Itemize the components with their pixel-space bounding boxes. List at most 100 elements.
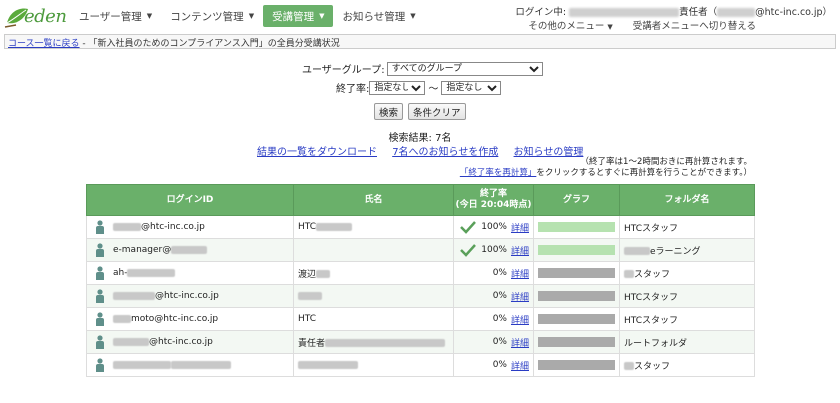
name-visible: 責任者: [298, 338, 326, 349]
rate-to-select[interactable]: 指定なし: [441, 80, 502, 95]
search-button[interactable]: 検索: [374, 103, 404, 120]
progress-bar: [538, 314, 615, 324]
recalc-note-line2: をクリックするとすぐに再計算を行うことができます。）: [536, 168, 752, 178]
redacted-user-name: [569, 8, 680, 17]
cell-login-id: @htc-inc.co.jp: [86, 284, 294, 308]
detail-link[interactable]: 詳細: [511, 290, 529, 303]
redacted-text: [325, 339, 446, 347]
redacted-email: [717, 8, 756, 17]
redacted-text: [113, 337, 149, 346]
progress-bar: [538, 360, 615, 370]
nav-label: お知らせ管理: [342, 10, 406, 23]
rate-cell: 0% 詳細: [458, 313, 529, 326]
result-links: 結果の一覧をダウンロード 7名へのお知らせを作成 お知らせの管理: [257, 143, 595, 158]
cell-name: [293, 353, 454, 377]
nav-label: コンテンツ管理: [170, 10, 244, 23]
person-icon: [96, 243, 104, 257]
caret-down-icon: ▼: [410, 12, 416, 20]
eden-logo[interactable]: eden: [4, 3, 67, 29]
rate-cell: 100% 詳細: [458, 220, 529, 234]
redacted-text: [298, 291, 322, 300]
redacted-text: [113, 314, 131, 323]
col-name: 氏名: [293, 184, 454, 216]
user-cell: @htc-inc.co.jp: [91, 335, 289, 349]
rate-value: 0%: [492, 268, 507, 278]
progress-bar: [538, 268, 615, 278]
cell-graph: [533, 238, 620, 262]
detail-link[interactable]: 詳細: [511, 359, 529, 372]
name-visible: 渡辺: [298, 269, 317, 280]
other-menu-dropdown[interactable]: その他のメニュー ▼: [528, 18, 612, 32]
rate-cell: 0% 詳細: [458, 336, 529, 349]
progress-bar: [538, 337, 615, 347]
checkmark-icon: [460, 244, 477, 257]
recalc-note: （終了率は1〜2時間おきに再計算されます。 「終了率を再計算」をクリックするとす…: [460, 157, 752, 179]
progress-bar: [538, 291, 615, 301]
col-rate-line2: (今日 20:04時点): [455, 200, 532, 210]
cell-folder: スタッフ: [619, 353, 755, 377]
progress-table: ログインID 氏名 終了率 (今日 20:04時点) グラフ フォルダ名 @htc…: [86, 184, 755, 377]
login-id-visible: moto@htc-inc.co.jp: [131, 314, 219, 324]
detail-link[interactable]: 詳細: [511, 244, 529, 257]
breadcrumb-separator: -: [79, 39, 89, 49]
user-group-select[interactable]: すべてのグループ: [386, 61, 543, 76]
detail-link[interactable]: 詳細: [511, 221, 529, 234]
redacted-text: [316, 222, 353, 231]
person-icon: [96, 220, 104, 234]
cell-rate: 0% 詳細: [453, 261, 534, 285]
rate-value: 0%: [492, 360, 507, 370]
redacted-text: [624, 362, 634, 370]
sub-menu: その他のメニュー ▼ 受講者メニューへ切り替える: [528, 18, 756, 32]
cell-graph: [533, 353, 620, 377]
range-tilde: 〜: [428, 84, 439, 95]
table-row: ah- 渡辺 0% 詳細 スタッフ: [86, 261, 755, 285]
table-body: @htc-inc.co.jp HTC 100% 詳細 HTCスタッフ e-man…: [86, 215, 755, 377]
group-filter-row: ユーザーグループ: すべてのグループ: [302, 61, 543, 76]
back-to-course-list-link[interactable]: コース一覧に戻る: [8, 39, 80, 49]
table-row: e-manager@ 100% 詳細 eラーニング: [86, 238, 755, 262]
rate-value: 0%: [492, 337, 507, 347]
rate-from-select[interactable]: 指定なし: [369, 80, 426, 95]
cell-login-id: ah-: [86, 261, 294, 285]
folder-visible: HTCスタッフ: [624, 223, 679, 234]
rate-filter-label: 終了率:: [336, 84, 370, 95]
redacted-text: [171, 245, 208, 254]
cell-rate: 0% 詳細: [453, 307, 534, 331]
clear-conditions-button[interactable]: 条件クリア: [408, 103, 466, 120]
user-cell: moto@htc-inc.co.jp: [91, 312, 289, 326]
rate-cell: 0% 詳細: [458, 290, 529, 303]
cell-rate: 0% 詳細: [453, 284, 534, 308]
login-id-text: moto@htc-inc.co.jp: [113, 314, 218, 324]
cell-folder: HTCスタッフ: [619, 284, 755, 308]
recalculate-link[interactable]: 「終了率を再計算」: [460, 168, 537, 178]
redacted-text: [127, 268, 176, 277]
col-rate: 終了率 (今日 20:04時点): [453, 184, 534, 216]
folder-visible: ルートフォルダ: [624, 338, 688, 349]
login-id-visible: e-manager@: [113, 245, 172, 255]
cell-name: [293, 238, 454, 262]
cell-login-id: moto@htc-inc.co.jp: [86, 307, 294, 331]
checkmark-icon: [460, 221, 477, 234]
person-icon: [96, 335, 104, 349]
nav-course-management[interactable]: 受講管理 ▼: [263, 5, 334, 27]
nav-user-management[interactable]: ユーザー管理 ▼: [70, 5, 161, 27]
nav-content-management[interactable]: コンテンツ管理 ▼: [161, 5, 263, 27]
group-filter-label: ユーザーグループ:: [302, 65, 385, 76]
cell-graph: [533, 307, 620, 331]
cell-name: 渡辺: [293, 261, 454, 285]
nav-notice-management[interactable]: お知らせ管理 ▼: [333, 5, 424, 27]
detail-link[interactable]: 詳細: [511, 313, 529, 326]
user-cell: e-manager@: [91, 243, 289, 257]
detail-link[interactable]: 詳細: [511, 267, 529, 280]
cell-name: 責任者: [293, 330, 454, 354]
login-id-text: @htc-inc.co.jp: [113, 222, 205, 232]
folder-visible: eラーニング: [650, 246, 701, 257]
redacted-text: [113, 222, 141, 231]
login-email-domain: @htc-inc.co.jp）: [755, 7, 832, 18]
detail-link[interactable]: 詳細: [511, 336, 529, 349]
download-results-link[interactable]: 結果の一覧をダウンロード: [257, 147, 377, 158]
cell-folder: HTCスタッフ: [619, 307, 755, 331]
filter-buttons: 検索 条件クリア: [374, 103, 466, 120]
login-id-visible: @htc-inc.co.jp: [141, 222, 205, 232]
switch-to-learner-link[interactable]: 受講者メニューへ切り替える: [633, 18, 756, 32]
